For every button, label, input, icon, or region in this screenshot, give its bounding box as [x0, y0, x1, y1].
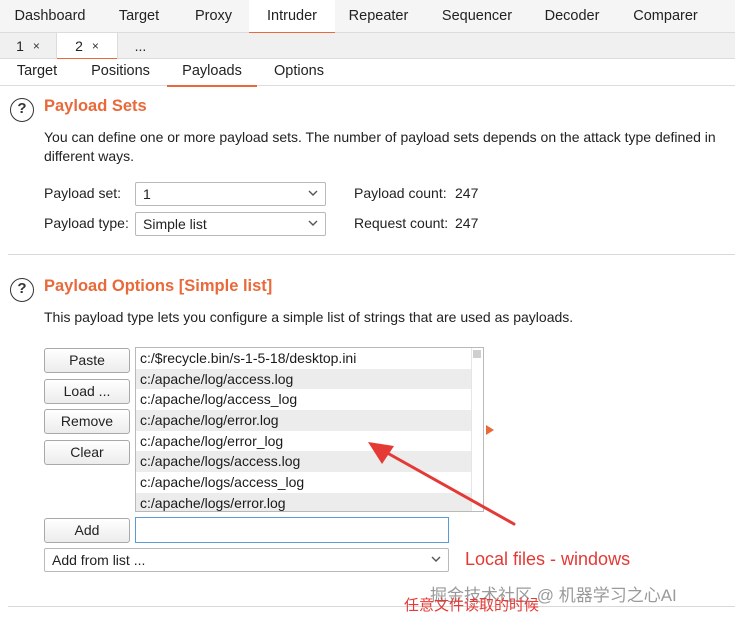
clear-button[interactable]: Clear [44, 440, 130, 465]
annotation-arrow-icon [368, 442, 516, 526]
payload-set-select[interactable]: 1 [135, 182, 326, 206]
payload-options-description: This payload type lets you configure a s… [44, 309, 574, 325]
section-divider [8, 606, 735, 607]
intruder-subtab-bar: Target Positions Payloads Options [0, 59, 735, 87]
add-from-list-label: Add from list ... [52, 552, 146, 568]
tab-target-sub[interactable]: Target [0, 59, 74, 86]
attack-tab-2[interactable]: 2 × [57, 33, 118, 60]
remove-button[interactable]: Remove [44, 409, 130, 434]
add-from-list-select[interactable]: Add from list ... [44, 548, 449, 572]
request-count-label: Request count: [354, 215, 449, 231]
close-icon[interactable]: × [33, 34, 40, 58]
payload-count-value: 247 [455, 185, 479, 201]
tab-dashboard[interactable]: Dashboard [0, 0, 100, 33]
new-tab-label: ... [134, 38, 147, 54]
list-item[interactable]: c:/$recycle.bin/s-1-5-18/desktop.ini [136, 348, 472, 369]
payload-set-value: 1 [143, 186, 151, 202]
tab-comparer[interactable]: Comparer [612, 0, 719, 33]
payload-type-label: Payload type: [44, 215, 129, 231]
attack-tab-1[interactable]: 1 × [0, 33, 57, 59]
tab-sequencer[interactable]: Sequencer [422, 0, 532, 33]
attack-tab-label: 2 [75, 38, 83, 54]
help-icon[interactable]: ? [10, 98, 34, 122]
payload-type-select[interactable]: Simple list [135, 212, 326, 236]
tab-payloads[interactable]: Payloads [167, 59, 257, 87]
close-icon[interactable]: × [92, 34, 99, 58]
local-files-annotation: Local files - windows [465, 549, 631, 569]
tab-decoder[interactable]: Decoder [532, 0, 612, 33]
list-item[interactable]: c:/apache/log/error.log [136, 410, 472, 431]
payload-type-value: Simple list [143, 216, 207, 232]
attack-tab-bar: 1 × 2 × ... [0, 33, 735, 60]
add-button[interactable]: Add [44, 518, 130, 543]
payload-options-title: Payload Options [Simple list] [44, 277, 273, 295]
chevron-down-icon [431, 556, 441, 562]
tab-proxy[interactable]: Proxy [178, 0, 249, 33]
request-count-value: 247 [455, 215, 479, 231]
paste-button[interactable]: Paste [44, 348, 130, 373]
payload-sets-title: Payload Sets [44, 97, 147, 115]
list-item[interactable]: c:/apache/log/access.log [136, 368, 472, 390]
attack-tab-label: 1 [16, 38, 24, 54]
list-item[interactable]: c:/apache/log/access_log [136, 389, 472, 410]
chevron-down-icon [308, 220, 318, 226]
chevron-down-icon [308, 190, 318, 196]
tool-tab-bar: Dashboard Target Proxy Intruder Repeater… [0, 0, 735, 34]
payload-sets-description: You can define one or more payload sets.… [44, 129, 716, 164]
tab-repeater[interactable]: Repeater [335, 0, 422, 33]
payload-set-label: Payload set: [44, 185, 122, 201]
load-button[interactable]: Load ... [44, 379, 130, 404]
tab-options[interactable]: Options [257, 59, 341, 86]
scrollbar-thumb[interactable] [473, 350, 481, 358]
payload-count-label: Payload count: [354, 185, 447, 201]
help-icon[interactable]: ? [10, 278, 34, 302]
tab-intruder[interactable]: Intruder [249, 0, 335, 34]
new-attack-tab[interactable]: ... [118, 33, 163, 59]
tab-positions[interactable]: Positions [74, 59, 167, 86]
expand-arrow-icon[interactable] [486, 425, 494, 435]
tab-target[interactable]: Target [100, 0, 178, 33]
chinese-annotation: 任意文件读取的时候 [404, 597, 540, 614]
section-divider [8, 254, 735, 255]
